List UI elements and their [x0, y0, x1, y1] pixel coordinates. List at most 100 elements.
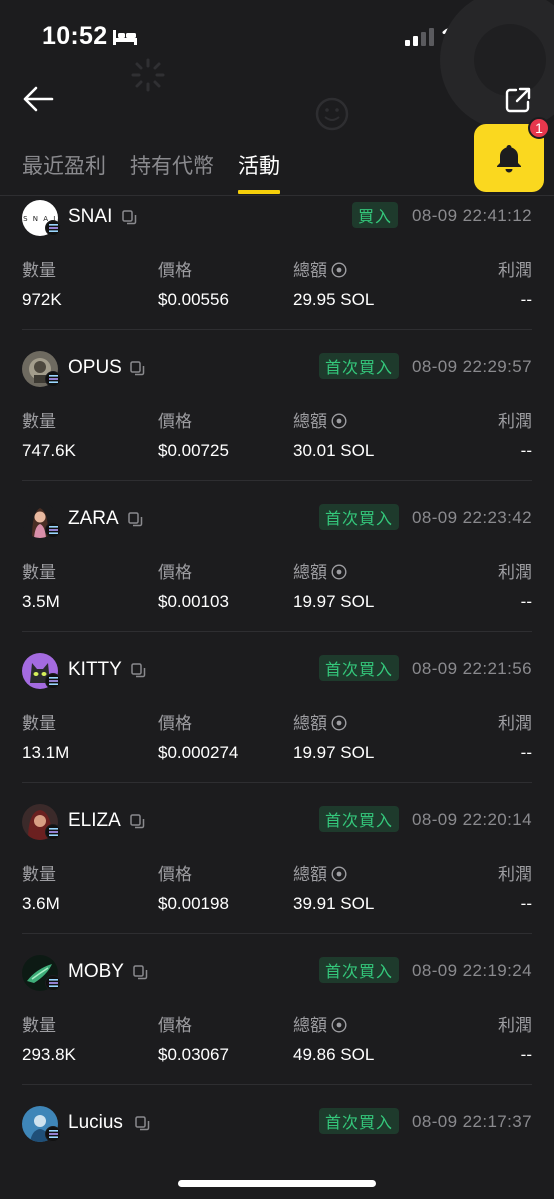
activity-time: 08-09 22:20:14	[412, 810, 532, 829]
copy-icon[interactable]	[128, 512, 143, 527]
divider	[22, 1084, 532, 1085]
total-value: 49.86 SOL	[293, 1045, 375, 1064]
list-item[interactable]: Lucius 首次買入 08-09 22:17:37	[0, 1102, 554, 1162]
token-name[interactable]: KITTY	[68, 659, 122, 681]
list-item[interactable]: S N A I SNAI 買入 08-09 22:41:12 數量 價格 總額 …	[0, 196, 554, 347]
tab-recent-profit[interactable]: 最近盈利	[22, 146, 106, 196]
copy-icon[interactable]	[130, 814, 145, 829]
cellular-signal-icon	[405, 28, 434, 46]
total-label: 總額	[293, 860, 347, 885]
copy-icon[interactable]	[130, 361, 145, 376]
action-badge: 首次買入	[319, 353, 400, 379]
copy-icon[interactable]	[131, 663, 146, 678]
list-item-header: Lucius 首次買入 08-09 22:17:37	[0, 1102, 554, 1142]
list-item[interactable]: ZARA 首次買入 08-09 22:23:42 數量 價格 總額 利潤 3.5…	[0, 498, 554, 649]
info-icon[interactable]	[331, 413, 347, 429]
solana-icon	[45, 220, 61, 236]
info-icon[interactable]	[331, 262, 347, 278]
profit-label: 利潤	[498, 412, 532, 431]
token-name[interactable]: ELIZA	[68, 810, 121, 832]
total-label: 總額	[293, 1011, 347, 1036]
action-badge: 首次買入	[319, 957, 400, 983]
quantity-label: 數量	[22, 261, 56, 280]
home-indicator[interactable]	[178, 1180, 376, 1187]
info-icon[interactable]	[331, 1017, 347, 1033]
list-item[interactable]: MOBY 首次買入 08-09 22:19:24 數量 價格 總額 利潤 293…	[0, 951, 554, 1102]
list-item[interactable]: ELIZA 首次買入 08-09 22:20:14 數量 價格 總額 利潤 3.…	[0, 800, 554, 951]
divider	[22, 329, 532, 330]
divider	[22, 480, 532, 481]
back-arrow-icon[interactable]	[22, 84, 54, 114]
quantity-label: 數量	[22, 714, 56, 733]
info-icon[interactable]	[331, 715, 347, 731]
activity-time: 08-09 22:23:42	[412, 508, 532, 527]
info-icon[interactable]	[331, 866, 347, 882]
profit-value: --	[520, 894, 532, 913]
quantity-label: 數量	[22, 1016, 56, 1035]
quantity-value: 3.6M	[22, 894, 60, 913]
list-item[interactable]: OPUS 首次買入 08-09 22:29:57 數量 價格 總額 利潤 747…	[0, 347, 554, 498]
activity-time: 08-09 22:19:24	[412, 961, 532, 980]
activity-time: 08-09 22:17:37	[412, 1112, 532, 1131]
activity-time: 08-09 22:29:57	[412, 357, 532, 376]
price-label: 價格	[158, 1016, 192, 1035]
list-item-header: ELIZA 首次買入 08-09 22:20:14	[0, 800, 554, 840]
share-icon[interactable]	[504, 86, 532, 114]
action-badge: 首次買入	[319, 655, 400, 681]
copy-icon[interactable]	[122, 210, 137, 225]
action-badge: 首次買入	[319, 806, 400, 832]
list-item-header: MOBY 首次買入 08-09 22:19:24	[0, 951, 554, 991]
token-name[interactable]: SNAI	[68, 206, 112, 228]
list-item[interactable]: KITTY 首次買入 08-09 22:21:56 數量 價格 總額 利潤 13…	[0, 649, 554, 800]
divider	[22, 782, 532, 783]
info-icon[interactable]	[331, 564, 347, 580]
price-label: 價格	[158, 412, 192, 431]
action-badge: 買入	[352, 202, 399, 228]
tab-holdings[interactable]: 持有代幣	[130, 146, 214, 196]
quantity-value: 747.6K	[22, 441, 76, 460]
price-value: $0.00556	[158, 290, 229, 309]
activity-time: 08-09 22:41:12	[412, 206, 532, 225]
total-label: 總額	[293, 709, 347, 734]
quantity-value: 3.5M	[22, 592, 60, 611]
solana-icon	[45, 522, 61, 538]
profit-label: 利潤	[498, 865, 532, 884]
list-item-header: KITTY 首次買入 08-09 22:21:56	[0, 649, 554, 689]
total-value: 29.95 SOL	[293, 290, 375, 309]
total-label: 總額	[293, 256, 347, 281]
price-label: 價格	[158, 714, 192, 733]
total-value: 30.01 SOL	[293, 441, 375, 460]
tab-activity[interactable]: 活動	[238, 146, 280, 196]
list-item-header: OPUS 首次買入 08-09 22:29:57	[0, 347, 554, 387]
copy-icon[interactable]	[135, 1116, 150, 1131]
sleep-mode-icon	[113, 30, 137, 45]
tab-bar: 最近盈利 持有代幣 活動	[22, 146, 280, 196]
profit-value: --	[520, 592, 532, 611]
solana-icon	[45, 371, 61, 387]
total-label: 總額	[293, 558, 347, 583]
profit-label: 利潤	[498, 714, 532, 733]
price-value: $0.00103	[158, 592, 229, 611]
divider	[22, 631, 532, 632]
quantity-label: 數量	[22, 865, 56, 884]
solana-icon	[45, 824, 61, 840]
price-label: 價格	[158, 563, 192, 582]
copy-icon[interactable]	[133, 965, 148, 980]
list-item-header: S N A I SNAI 買入 08-09 22:41:12	[0, 196, 554, 236]
profit-value: --	[520, 743, 532, 762]
price-value: $0.03067	[158, 1045, 229, 1064]
total-value: 19.97 SOL	[293, 592, 375, 611]
battery-icon	[476, 26, 517, 48]
quantity-label: 數量	[22, 563, 56, 582]
token-name[interactable]: Lucius	[68, 1112, 123, 1134]
wifi-icon	[442, 26, 468, 45]
price-label: 價格	[158, 261, 192, 280]
activity-time: 08-09 22:21:56	[412, 659, 532, 678]
token-name[interactable]: MOBY	[68, 961, 124, 983]
token-name[interactable]: ZARA	[68, 508, 119, 530]
profit-label: 利潤	[498, 1016, 532, 1035]
solana-icon	[45, 1126, 61, 1142]
token-name[interactable]: OPUS	[68, 357, 122, 379]
price-value: $0.000274	[158, 743, 239, 762]
status-time: 10:52	[42, 22, 108, 50]
